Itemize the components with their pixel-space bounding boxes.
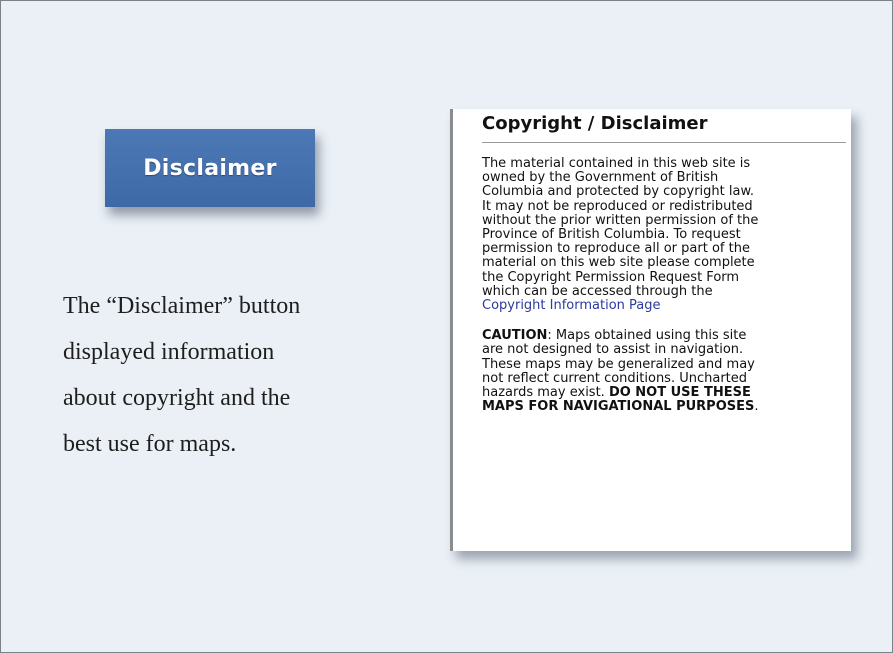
caution-label: CAUTION (482, 328, 548, 344)
text-line: hazards may exist. (482, 385, 609, 401)
slide-frame: Disclaimer The “Disclaimer” button displ… (0, 0, 893, 653)
navigation-warning: DO NOT USE THESE (608, 385, 751, 401)
text-line: permission to reproduce all or part of t… (482, 241, 750, 257)
copyright-paragraph: The material contained in this web site … (482, 156, 852, 313)
panel-title: Copyright / Disclaimer (482, 113, 708, 134)
text-line: the Copyright Permission Request Form (482, 269, 740, 285)
divider (482, 142, 846, 143)
caption: The “Disclaimer” button displayed inform… (63, 283, 393, 467)
text-line: . (754, 399, 759, 415)
text-line: not reflect current conditions. Uncharte… (482, 370, 748, 386)
caption-line: best use for maps. (63, 431, 237, 457)
disclaimer-button[interactable]: Disclaimer (105, 129, 315, 207)
text-line: Columbia and protected by copyright law. (482, 184, 755, 200)
text-line: It may not be reproduced or redistribute… (482, 198, 753, 214)
text-line: Province of British Columbia. To request (482, 227, 741, 243)
disclaimer-button-wrapper: Disclaimer (105, 129, 315, 207)
text-line: without the prior written permission of … (482, 212, 759, 228)
caption-line: displayed information (63, 339, 275, 365)
text-line: owned by the Government of British (482, 170, 719, 186)
text-line: : Maps obtained using this site (547, 328, 747, 344)
caption-line: The “Disclaimer” button (63, 293, 301, 319)
copyright-info-link[interactable]: Copyright Information Page (482, 298, 661, 313)
caution-paragraph: CAUTION: Maps obtained using this site a… (482, 329, 852, 414)
caption-line: about copyright and the (63, 385, 291, 411)
text-line: are not designed to assist in navigation… (482, 342, 744, 358)
copyright-panel: Copyright / Disclaimer The material cont… (450, 109, 851, 551)
text-line: material on this web site please complet… (482, 255, 755, 271)
text-line: These maps may be generalized and may (482, 356, 755, 372)
text-line: The material contained in this web site … (482, 156, 751, 171)
text-line: which can be accessed through the (482, 283, 713, 299)
navigation-warning: MAPS FOR NAVIGATIONAL PURPOSES (482, 399, 755, 415)
